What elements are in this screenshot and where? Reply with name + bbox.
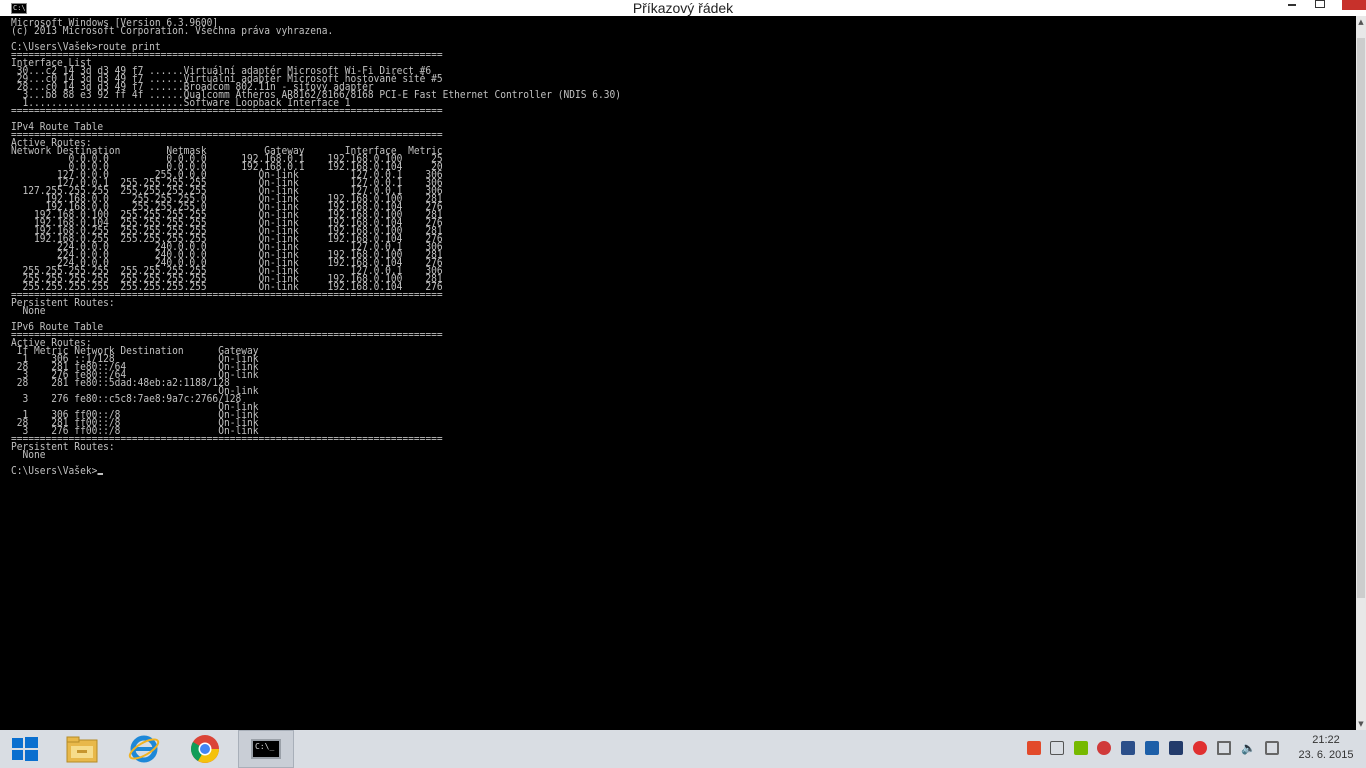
scroll-up-arrow-icon[interactable]: ▲	[1356, 16, 1366, 28]
flag-icon[interactable]	[1050, 741, 1064, 755]
console-line: None	[11, 305, 46, 317]
clock-time: 21:22	[1312, 734, 1340, 746]
console-line: None	[11, 449, 46, 461]
nvidia-icon[interactable]	[1074, 741, 1088, 755]
power-icon[interactable]	[1265, 741, 1279, 755]
taskbar-internet-explorer[interactable]	[116, 730, 172, 768]
taskbar-command-prompt[interactable]: C:\_	[238, 730, 294, 768]
console-line: (c) 2013 Microsoft Corporation. Všechna …	[11, 25, 334, 37]
maximize-button[interactable]	[1315, 0, 1325, 8]
window-title: Příkazový řádek	[632, 0, 734, 16]
windows-logo-icon	[12, 737, 38, 761]
console-text: Microsoft Windows [Version 6.3.9600] (c)…	[11, 18, 621, 477]
console-line: ========================================…	[11, 105, 443, 117]
system-tray: 🔈 21:22 23. 6. 2015	[1022, 730, 1366, 768]
minimize-button[interactable]	[1288, 2, 1296, 6]
clock-date: 23. 6. 2015	[1298, 749, 1354, 761]
task-manager-icon[interactable]	[1169, 741, 1183, 755]
title-bar[interactable]: C:\ Příkazový řádek	[0, 0, 1366, 16]
scroll-down-arrow-icon[interactable]: ▼	[1356, 718, 1366, 730]
console-line: C:\Users\Vašek>	[11, 465, 98, 477]
taskbar-google-chrome[interactable]	[177, 730, 233, 768]
network-icon[interactable]	[1217, 741, 1231, 755]
vpn-icon[interactable]	[1097, 741, 1111, 755]
start-button[interactable]	[0, 730, 50, 768]
console-output[interactable]: Microsoft Windows [Version 6.3.9600] (c)…	[10, 16, 1356, 730]
taskbar-file-explorer[interactable]	[54, 730, 110, 768]
folder-icon	[66, 736, 98, 763]
display-icon[interactable]	[1121, 741, 1135, 755]
clock[interactable]: 21:22 23. 6. 2015	[1296, 733, 1356, 763]
cmd-icon: C:\_	[251, 739, 281, 759]
scroll-thumb[interactable]	[1357, 38, 1365, 598]
chrome-icon	[191, 735, 219, 763]
volume-icon[interactable]: 🔈	[1241, 741, 1256, 755]
ie-icon	[128, 735, 160, 763]
taskbar: C:\_ 🔈 21:22 23. 6. 2015	[0, 730, 1366, 768]
network-adapter-icon[interactable]	[1145, 741, 1159, 755]
close-button[interactable]	[1342, 0, 1366, 10]
text-cursor	[97, 473, 103, 475]
recycle-icon[interactable]	[1027, 741, 1041, 755]
shield-icon[interactable]	[1193, 741, 1207, 755]
vertical-scrollbar[interactable]: ▲ ▼	[1356, 16, 1366, 730]
